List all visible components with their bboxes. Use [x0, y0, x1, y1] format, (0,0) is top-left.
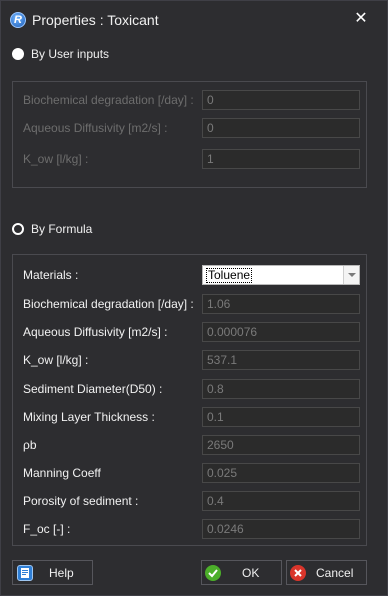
window-title: Properties : Toxicant	[32, 12, 159, 28]
sediment-diameter-row: Sediment Diameter(D50) :	[13, 379, 366, 399]
diffusivity-label: Aqueous Diffusivity [m2/s] :	[23, 325, 168, 339]
diffusivity-row: Aqueous Diffusivity [m2/s] :	[13, 322, 366, 342]
user-diffusivity-label: Aqueous Diffusivity [m2/s] :	[23, 121, 168, 135]
cancel-button-label: Cancel	[316, 566, 354, 580]
materials-label: Materials :	[23, 268, 79, 282]
close-icon: ✕	[354, 10, 368, 27]
biodeg-label: Biochemical degradation [/day] :	[23, 297, 194, 311]
porosity-label: Porosity of sediment :	[23, 494, 139, 508]
help-book-icon	[17, 565, 33, 581]
foc-field[interactable]	[202, 519, 360, 539]
formula-group: Materials : Toluene Biochemical degradat…	[12, 254, 367, 546]
ok-button-label: OK	[242, 566, 260, 580]
user-biodeg-label: Biochemical degradation [/day] :	[23, 93, 194, 107]
user-kow-row: K_ow [l/kg] :	[13, 149, 366, 169]
user-diffusivity-row: Aqueous Diffusivity [m2/s] :	[13, 118, 366, 138]
close-button[interactable]: ✕	[353, 11, 369, 27]
chevron-down-icon[interactable]	[343, 266, 359, 284]
kow-label: K_ow [l/kg] :	[23, 353, 89, 367]
formula-radio[interactable]	[12, 223, 24, 235]
biodeg-row: Biochemical degradation [/day] :	[13, 294, 366, 314]
biodeg-field[interactable]	[202, 294, 360, 314]
mixing-layer-label: Mixing Layer Thickness :	[23, 410, 155, 424]
sediment-diameter-label: Sediment Diameter(D50) :	[23, 382, 163, 396]
user-inputs-radio-option[interactable]: By User inputs	[12, 46, 109, 62]
user-biodeg-row: Biochemical degradation [/day] :	[13, 90, 366, 110]
mixing-layer-row: Mixing Layer Thickness :	[13, 407, 366, 427]
kow-field[interactable]	[202, 350, 360, 370]
materials-dropdown[interactable]: Toluene	[202, 265, 360, 285]
materials-selected-value: Toluene	[206, 268, 253, 283]
mixing-layer-field[interactable]	[202, 407, 360, 427]
user-kow-field[interactable]	[202, 149, 360, 169]
app-r-icon: R	[10, 12, 26, 28]
user-inputs-radio[interactable]	[12, 48, 24, 60]
user-biodeg-field[interactable]	[202, 90, 360, 110]
user-kow-label: K_ow [l/kg] :	[23, 152, 89, 166]
check-icon	[205, 565, 221, 581]
user-diffusivity-field[interactable]	[202, 118, 360, 138]
porosity-field[interactable]	[202, 491, 360, 511]
kow-row: K_ow [l/kg] :	[13, 350, 366, 370]
density-field[interactable]	[202, 435, 360, 455]
materials-row: Materials : Toluene	[13, 265, 366, 285]
user-inputs-group: Biochemical degradation [/day] : Aqueous…	[12, 81, 367, 188]
foc-label: F_oc [-] :	[23, 522, 71, 536]
diffusivity-field[interactable]	[202, 322, 360, 342]
help-button[interactable]: Help	[12, 560, 93, 585]
density-row: ρb	[13, 435, 366, 455]
properties-dialog: R Properties : Toxicant ✕ By User inputs…	[0, 0, 388, 596]
help-button-label: Help	[49, 566, 74, 580]
formula-radio-label: By Formula	[31, 222, 93, 236]
density-label: ρb	[23, 438, 37, 452]
formula-radio-option[interactable]: By Formula	[12, 221, 92, 237]
manning-label: Manning Coeff	[23, 466, 101, 480]
manning-row: Manning Coeff	[13, 463, 366, 483]
cancel-button[interactable]: Cancel	[286, 560, 367, 585]
user-inputs-radio-label: By User inputs	[31, 47, 110, 61]
porosity-row: Porosity of sediment :	[13, 491, 366, 511]
title-bar: R Properties : Toxicant ✕	[1, 1, 387, 39]
sediment-diameter-field[interactable]	[202, 379, 360, 399]
manning-field[interactable]	[202, 463, 360, 483]
ok-button[interactable]: OK	[201, 560, 282, 585]
foc-row: F_oc [-] :	[13, 519, 366, 539]
cancel-icon	[290, 565, 306, 581]
